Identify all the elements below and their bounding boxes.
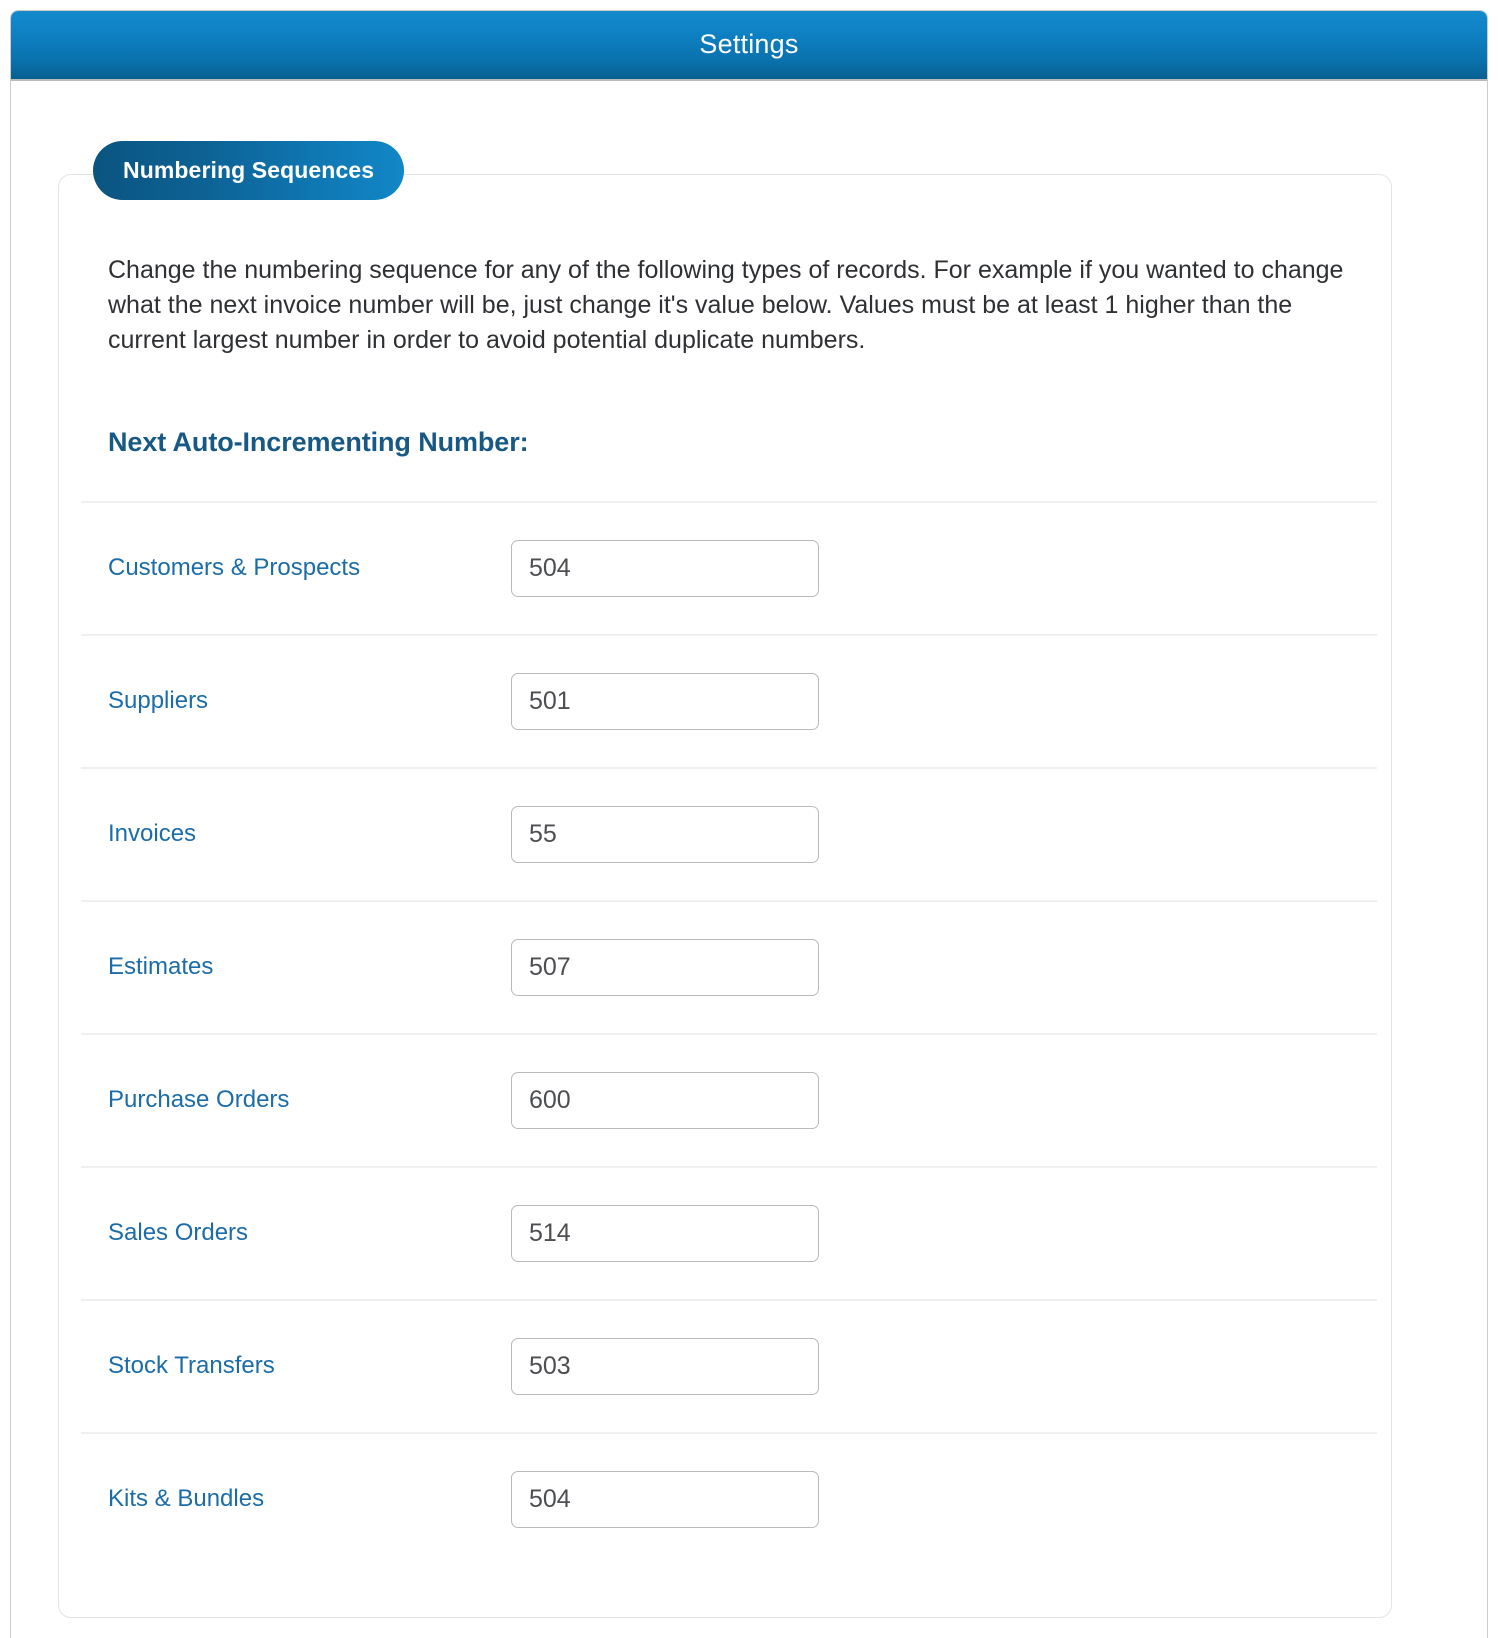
app-window: Settings Numbering Sequences Change the … xyxy=(10,10,1488,1638)
input-customers-prospects[interactable] xyxy=(511,540,819,597)
page-title: Settings xyxy=(699,28,799,59)
table-row: Suppliers xyxy=(81,634,1377,767)
row-label-suppliers: Suppliers xyxy=(108,687,209,715)
input-stock-transfers[interactable] xyxy=(511,1338,819,1395)
table-row: Customers & Prospects xyxy=(81,501,1377,634)
settings-content: Numbering Sequences Change the numbering… xyxy=(11,81,1487,1638)
input-estimates[interactable] xyxy=(511,939,819,996)
row-label-purchase-orders: Purchase Orders xyxy=(108,1086,290,1114)
section-heading-next-number: Next Auto-Incrementing Number: xyxy=(108,427,529,457)
input-kits-bundles[interactable] xyxy=(511,1471,819,1528)
window-titlebar: Settings xyxy=(11,11,1487,81)
table-row: Sales Orders xyxy=(81,1166,1377,1299)
table-row: Invoices xyxy=(81,767,1377,900)
numbering-rows: Customers & Prospects Suppliers Invoices… xyxy=(81,501,1377,1565)
table-row: Stock Transfers xyxy=(81,1299,1377,1432)
row-label-stock-transfers: Stock Transfers xyxy=(108,1352,275,1380)
table-row: Kits & Bundles xyxy=(81,1432,1377,1565)
row-label-invoices: Invoices xyxy=(108,820,197,848)
intro-description: Change the numbering sequence for any of… xyxy=(108,256,1344,354)
row-label-estimates: Estimates xyxy=(108,953,214,981)
row-label-sales-orders: Sales Orders xyxy=(108,1219,249,1247)
input-invoices[interactable] xyxy=(511,806,819,863)
input-suppliers[interactable] xyxy=(511,673,819,730)
table-row: Estimates xyxy=(81,900,1377,1033)
numbering-sequences-card: Numbering Sequences Change the numbering… xyxy=(58,141,1392,1618)
input-purchase-orders[interactable] xyxy=(511,1072,819,1129)
input-sales-orders[interactable] xyxy=(511,1205,819,1262)
row-label-customers-prospects: Customers & Prospects xyxy=(108,554,361,582)
row-label-kits-bundles: Kits & Bundles xyxy=(108,1485,265,1513)
table-row: Purchase Orders xyxy=(81,1033,1377,1166)
card-badge-numbering-sequences: Numbering Sequences xyxy=(93,141,405,200)
